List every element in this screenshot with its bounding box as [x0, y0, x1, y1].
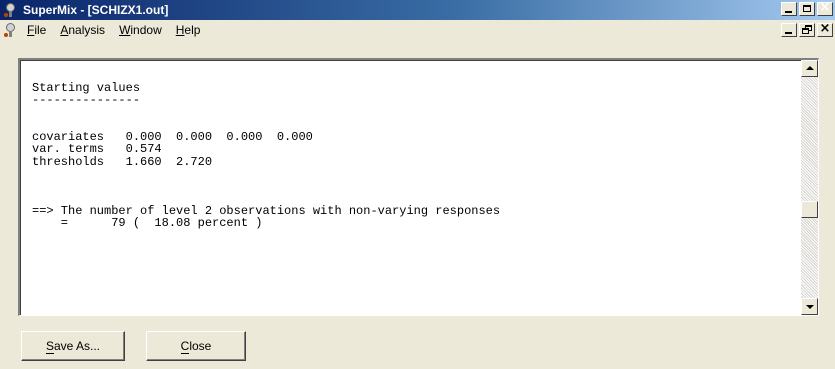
minimize-icon — [785, 32, 792, 34]
maximize-icon — [803, 5, 811, 12]
menu-file[interactable]: File — [27, 23, 46, 37]
menu-window[interactable]: Window — [119, 23, 162, 37]
window-controls: × — [779, 0, 833, 16]
document-close-button[interactable]: × — [817, 21, 833, 37]
close-button[interactable]: Close — [146, 331, 246, 361]
save-as-button[interactable]: Save As... — [21, 331, 125, 361]
document-window-controls: × — [779, 21, 833, 37]
minimize-icon — [785, 11, 792, 13]
scroll-thumb[interactable] — [801, 201, 818, 218]
output-text[interactable]: Starting values --------------- covariat… — [32, 82, 792, 312]
menu-analysis[interactable]: Analysis — [60, 23, 105, 37]
arrow-down-icon — [806, 305, 814, 309]
title-bar[interactable]: SuperMix - [SCHIZX1.out] × — [0, 0, 835, 20]
output-panel[interactable]: Starting values --------------- covariat… — [18, 58, 819, 316]
vertical-scrollbar[interactable] — [801, 60, 818, 315]
menu-bar: File Analysis Window Help × — [0, 20, 835, 40]
close-icon: × — [819, 21, 831, 36]
window-title: SuperMix - [SCHIZX1.out] — [23, 3, 169, 17]
document-minimize-button[interactable] — [781, 23, 797, 37]
document-lightbulb-icon[interactable] — [3, 22, 19, 38]
minimize-button[interactable] — [781, 2, 797, 16]
menu-help[interactable]: Help — [176, 23, 201, 37]
close-icon: × — [819, 0, 831, 15]
app-lightbulb-icon[interactable] — [3, 2, 19, 18]
close-window-button[interactable]: × — [817, 0, 833, 16]
document-restore-button[interactable] — [799, 23, 815, 37]
scroll-up-button[interactable] — [801, 60, 818, 77]
scroll-track[interactable] — [801, 77, 818, 298]
arrow-up-icon — [806, 66, 814, 70]
scroll-down-button[interactable] — [801, 298, 818, 315]
maximize-button[interactable] — [799, 2, 815, 16]
